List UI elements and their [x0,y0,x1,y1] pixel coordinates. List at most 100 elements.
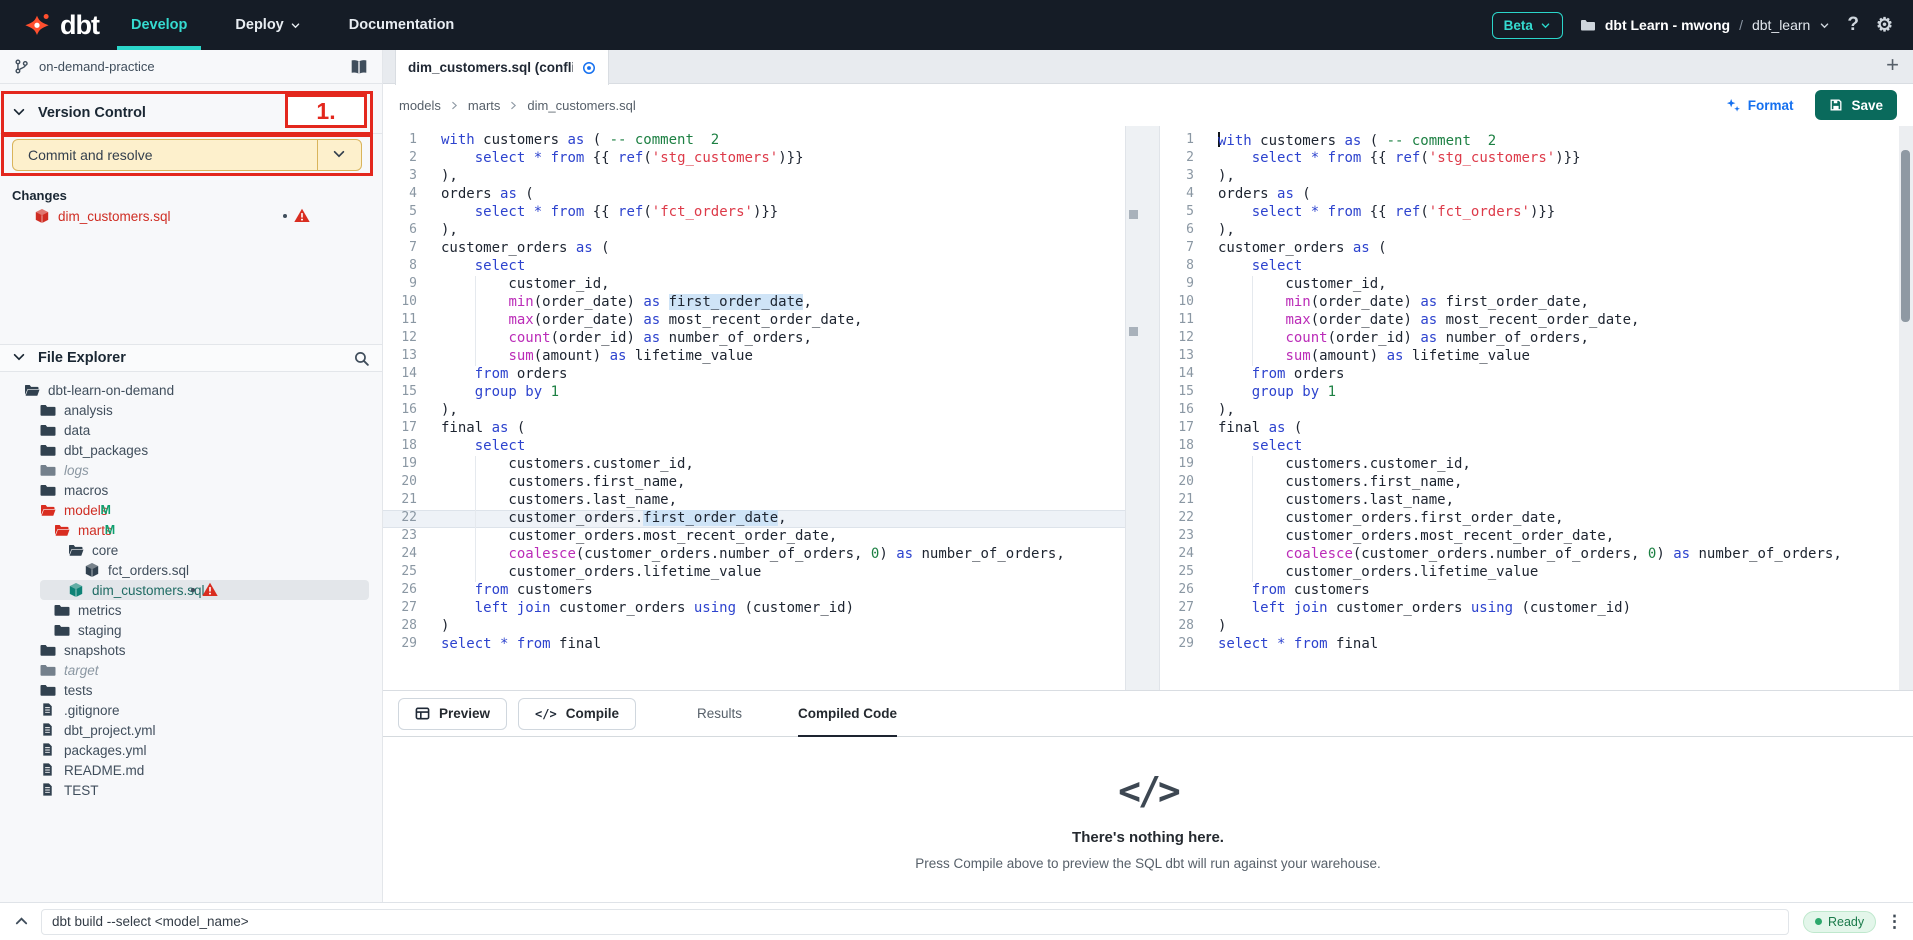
folder-open-icon [40,502,56,518]
code-line-29: 29select * from final [1160,636,1899,654]
breadcrumb-item[interactable]: marts [468,98,501,113]
project-breadcrumb[interactable]: dbt Learn - mwong / dbt_learn [1580,17,1831,33]
tree-item-dim-customers-sql[interactable]: dim_customers.sql [0,580,382,600]
line-content: with customers as ( -- comment 2 [1206,132,1496,150]
empty-state-subtitle: Press Compile above to preview the SQL d… [915,856,1381,871]
line-number: 10 [383,294,429,312]
line-number: 7 [1160,240,1206,258]
nav-item-deploy[interactable]: Deploy [229,0,306,50]
docs-book-icon[interactable] [350,58,368,76]
help-button[interactable]: ? [1847,14,1859,36]
tree-item-marts[interactable]: martsM [0,520,382,540]
nav-item-develop[interactable]: Develop [125,0,193,50]
line-content: max(order_date) as most_recent_order_dat… [1206,312,1639,330]
line-content: ), [429,222,458,240]
code-line-4: 4orders as ( [383,186,1125,204]
tree-item-label: dbt_project.yml [64,723,156,738]
code-line-13: 13 sum(amount) as lifetime_value [1160,348,1899,366]
tree-item--gitignore[interactable]: .gitignore [0,700,382,720]
breadcrumb-item[interactable]: models [399,98,441,113]
code-line-24: 24 coalesce(customer_orders.number_of_or… [1160,546,1899,564]
nav-item-documentation[interactable]: Documentation [343,0,461,50]
tree-item-label: TEST [64,783,99,798]
top-nav: dbt Develop Deploy Documentation Beta dbt … [0,0,1913,50]
indent-guide [1252,348,1253,366]
tree-item-data[interactable]: data [0,420,382,440]
file-flags [191,582,218,598]
file-explorer-header[interactable]: File Explorer [0,344,382,372]
chevron-down-icon [1540,20,1551,31]
format-label: Format [1748,98,1794,113]
tree-item-analysis[interactable]: analysis [0,400,382,420]
breadcrumb-item[interactable]: dim_customers.sql [527,98,635,113]
results-tab-results[interactable]: Results [697,691,742,736]
unsaved-dot-icon [582,61,596,75]
save-button[interactable]: Save [1815,90,1897,120]
code-editor-right-pane[interactable]: 1with customers as ( -- comment 22 selec… [1160,126,1899,690]
annotation-step-label: 1. [285,94,367,128]
code-line-21: 21 customers.last_name, [383,492,1125,510]
results-tab-compiled-code[interactable]: Compiled Code [798,691,897,736]
commit-and-resolve-button[interactable]: Commit and resolve [12,139,362,171]
indent-guide [1252,528,1253,546]
tab-dim-customers[interactable]: dim_customers.sql (confli... [395,50,609,85]
line-number: 16 [1160,402,1206,420]
ready-dot-icon [1815,918,1822,925]
tree-item-test[interactable]: TEST [0,780,382,800]
search-icon[interactable] [353,350,370,367]
folder-icon [40,642,56,658]
tree-item-core[interactable]: core [0,540,382,560]
editor-scrollbar [1899,126,1913,690]
commit-options-caret[interactable] [317,140,361,170]
tree-item-readme-md[interactable]: README.md [0,760,382,780]
results-panel: Preview </> Compile Results Compiled Code… [383,690,1913,902]
indent-guide [1252,564,1253,582]
changed-file-row[interactable]: dim_customers.sql [0,205,382,227]
editor-toolbar: models marts dim_customers.sql Format Save [383,84,1913,126]
chevron-up-icon[interactable] [14,914,29,929]
tree-item-dbt-packages[interactable]: dbt_packages [0,440,382,460]
tree-item-metrics[interactable]: metrics [0,600,382,620]
dbt-logo[interactable]: dbt [0,0,125,50]
code-line-25: 25 customer_orders.lifetime_value [383,564,1125,582]
line-content: customers.customer_id, [1206,456,1471,474]
scrollbar-thumb[interactable] [1901,150,1910,322]
folder-icon [40,422,56,438]
kebab-menu-icon[interactable]: ⋮ [1886,913,1903,930]
line-content: customers.first_name, [429,474,685,492]
tree-item-staging[interactable]: staging [0,620,382,640]
compile-label: Compile [566,706,619,721]
indent-guide [1252,510,1253,528]
tree-item-macros[interactable]: macros [0,480,382,500]
tree-item-tests[interactable]: tests [0,680,382,700]
new-tab-button[interactable]: + [1886,52,1899,78]
tree-item-logs[interactable]: logs [0,460,382,480]
line-content: count(order_id) as number_of_orders, [429,330,812,348]
line-number: 17 [383,420,429,438]
tree-item-fct-orders-sql[interactable]: fct_orders.sql [0,560,382,580]
line-number: 2 [1160,150,1206,168]
code-line-22: 22 customer_orders.first_order_date, [383,510,1125,528]
tree-item-packages-yml[interactable]: packages.yml [0,740,382,760]
indent-guide [1252,294,1253,312]
compile-button[interactable]: </> Compile [518,698,636,730]
tree-item-dbt-project-yml[interactable]: dbt_project.yml [0,720,382,740]
line-number: 9 [1160,276,1206,294]
line-number: 12 [383,330,429,348]
preview-button[interactable]: Preview [398,698,507,730]
pane-divider[interactable] [1125,126,1160,690]
beta-dropdown[interactable]: Beta [1492,12,1563,39]
tree-item-target[interactable]: target [0,660,382,680]
changes-section-label: Changes [12,188,67,203]
line-content: ), [429,402,458,420]
git-branch-row[interactable]: on-demand-practice [0,50,382,84]
tree-item-models[interactable]: modelsM [0,500,382,520]
file-icon [40,782,56,798]
code-editor-left-pane[interactable]: 1with customers as ( -- comment 22 selec… [383,126,1125,690]
format-button[interactable]: Format [1726,98,1794,113]
settings-gear-icon[interactable]: ⚙ [1876,14,1893,37]
folder-open-icon [54,522,70,538]
tree-item-snapshots[interactable]: snapshots [0,640,382,660]
tree-item-dbt-learn-on-demand[interactable]: dbt-learn-on-demand [0,380,382,400]
command-input[interactable]: dbt build --select <model_name> [41,909,1789,935]
